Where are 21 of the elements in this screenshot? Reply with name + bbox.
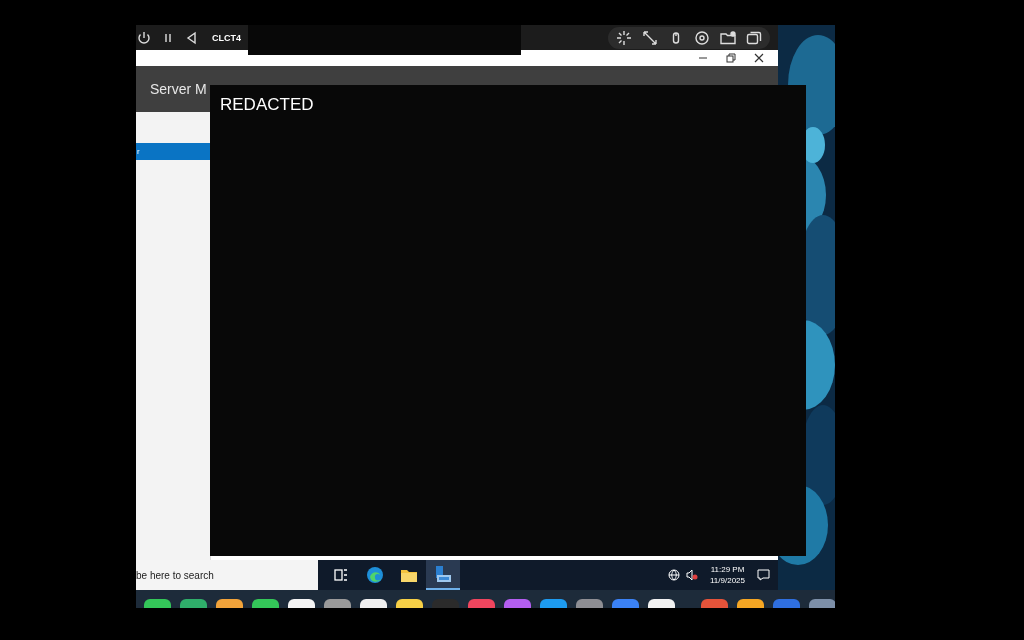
sparkle-icon[interactable] bbox=[616, 29, 632, 46]
globe-icon[interactable] bbox=[668, 569, 680, 581]
redaction-label: REDACTED bbox=[220, 95, 314, 114]
taskbar-app[interactable] bbox=[426, 560, 460, 590]
notification-icon[interactable] bbox=[757, 569, 770, 581]
folder-icon bbox=[400, 567, 418, 583]
task-view-icon bbox=[334, 568, 348, 582]
power-icon[interactable] bbox=[136, 29, 152, 46]
folder-icon[interactable] bbox=[720, 29, 736, 46]
header-title: Server M bbox=[150, 81, 207, 97]
disc-icon[interactable] bbox=[694, 29, 710, 46]
speaker-muted-icon[interactable] bbox=[686, 569, 698, 581]
browser-icon bbox=[366, 566, 384, 584]
clock-date: 11/9/2025 bbox=[710, 575, 745, 586]
sidebar-item[interactable]: r bbox=[136, 143, 210, 160]
search-field[interactable]: be here to search bbox=[136, 560, 318, 590]
windows-icon[interactable] bbox=[746, 29, 762, 46]
server-manager-icon bbox=[434, 565, 452, 583]
session-name: CLCT4 bbox=[212, 32, 241, 43]
clock-time: 11:29 PM bbox=[710, 564, 745, 575]
expand-icon[interactable] bbox=[642, 29, 658, 46]
